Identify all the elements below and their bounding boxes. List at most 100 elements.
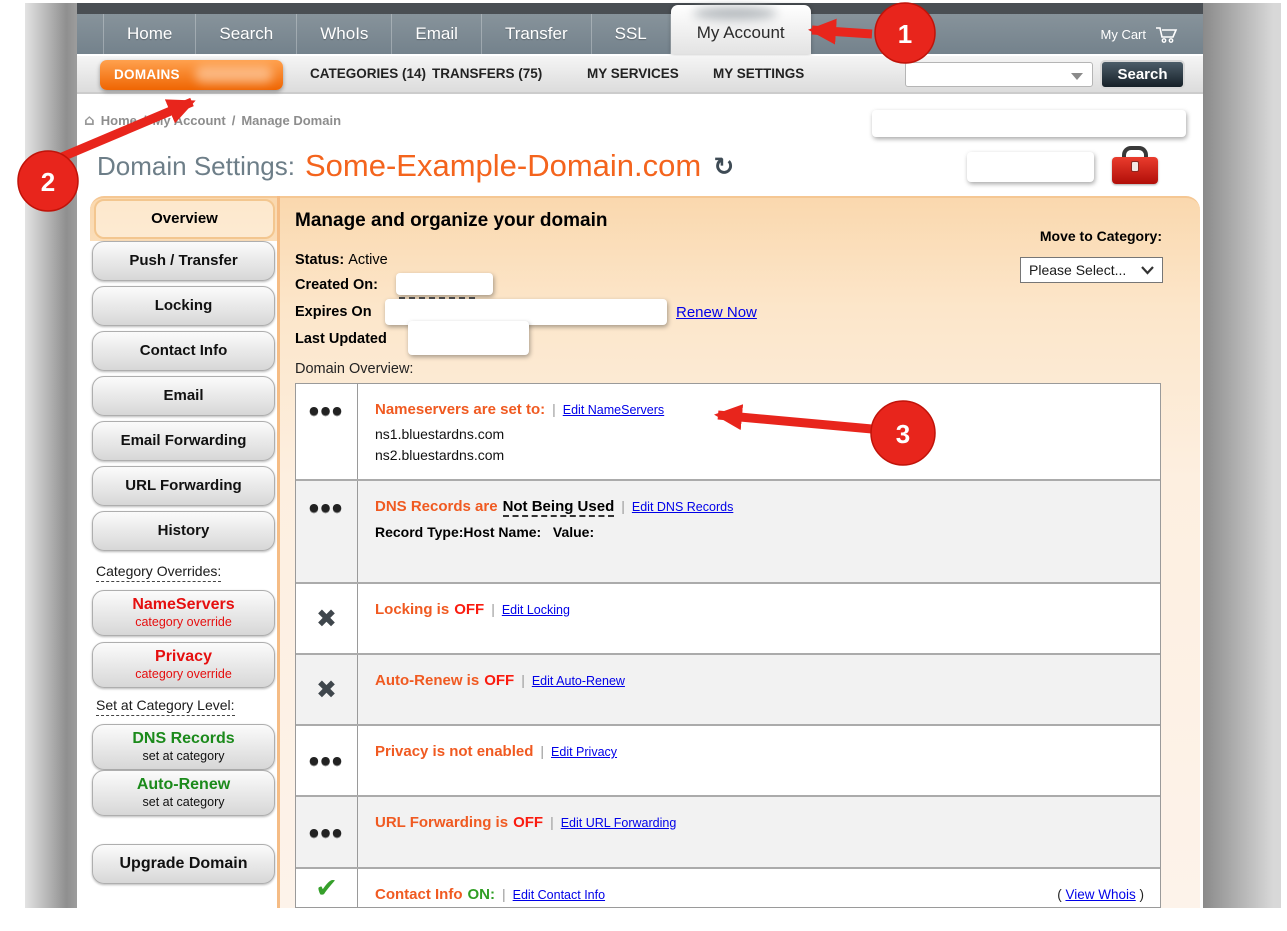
dots-icon: ●●●	[309, 754, 344, 767]
created-on-label: Created On:	[295, 277, 378, 293]
combo-dropdown-icon[interactable]	[1071, 73, 1083, 80]
sidebar-tab-overview[interactable]: Overview	[94, 199, 275, 239]
window-margin-right	[1203, 3, 1281, 908]
sidebar-tab-email[interactable]: Email	[92, 376, 275, 416]
redacted-box	[967, 152, 1094, 182]
sidebar-tab-history[interactable]: History	[92, 511, 275, 551]
move-to-category-value: Please Select...	[1029, 262, 1126, 278]
sidebar-tab-locking[interactable]: Locking	[92, 286, 275, 326]
subnav-tab-categories[interactable]: CATEGORIES (14)	[310, 56, 426, 92]
toolbox-icon[interactable]	[1112, 146, 1158, 186]
row-title: Locking is	[375, 601, 449, 618]
row-title: URL Forwarding is	[375, 814, 508, 831]
redacted-box	[408, 321, 529, 355]
edit-locking-link[interactable]: Edit Locking	[502, 603, 570, 617]
table-row-nameservers: ●●● Nameservers are set to: | Edit NameS…	[296, 384, 1160, 481]
created-on-line: Created On:	[295, 277, 378, 293]
sidebar-tab-contact-info[interactable]: Contact Info	[92, 331, 275, 371]
edit-url-forwarding-link[interactable]: Edit URL Forwarding	[561, 816, 677, 830]
nav-tab-home[interactable]: Home	[103, 14, 196, 54]
domain-overview-table: ●●● Nameservers are set to: | Edit NameS…	[295, 383, 1161, 908]
nav-tab-ssl[interactable]: SSL	[592, 14, 671, 54]
sidebar-divider	[277, 196, 280, 908]
page-top-strip	[77, 3, 1203, 14]
table-row-locking: ✖ Locking is OFF | Edit Locking	[296, 584, 1160, 655]
renew-now-link[interactable]: Renew Now	[676, 304, 757, 321]
expires-on-label: Expires On	[295, 304, 372, 320]
edit-contact-info-link[interactable]: Edit Contact Info	[513, 888, 605, 902]
sidebar-tab-push-transfer[interactable]: Push / Transfer	[92, 241, 275, 281]
subnav-tab-my-settings[interactable]: MY SETTINGS	[713, 56, 804, 92]
upgrade-domain-button[interactable]: Upgrade Domain	[92, 844, 275, 884]
nav-tab-whois[interactable]: WhoIs	[297, 14, 392, 54]
subnav-tab-transfers[interactable]: TRANSFERS (75)	[432, 56, 542, 92]
manage-domain-heading: Manage and organize your domain	[295, 210, 608, 232]
subnav-tab-domains[interactable]: DOMAINS	[100, 60, 283, 90]
redacted-blur	[693, 7, 777, 20]
page-bottom-margin	[0, 908, 1287, 931]
redacted-box	[396, 273, 493, 295]
edit-nameservers-link[interactable]: Edit NameServers	[563, 403, 664, 417]
domain-settings-page: Home Search WhoIs Email Transfer SSL My …	[0, 0, 1287, 931]
breadcrumb: ⌂ Home / My Account / Manage Domain	[84, 111, 341, 129]
breadcrumb-separator: /	[143, 113, 147, 128]
dots-icon: ●●●	[309, 501, 344, 514]
status-value: Active	[348, 252, 388, 268]
edit-privacy-link[interactable]: Edit Privacy	[551, 745, 617, 759]
row-title: DNS Records are	[375, 498, 498, 515]
refresh-icon[interactable]: ↻	[713, 152, 734, 181]
my-cart-button[interactable]: My Cart	[1101, 14, 1180, 54]
table-row-url-forwarding: ●●● URL Forwarding is OFF | Edit URL For…	[296, 797, 1160, 869]
row-status: OFF	[484, 672, 514, 689]
sidebar-button-dns-records-category[interactable]: DNS Records set at category	[92, 724, 275, 770]
move-to-category-select[interactable]: Please Select...	[1020, 257, 1163, 283]
category-overrides-label: Category Overrides:	[96, 563, 221, 582]
redacted-blur	[195, 66, 273, 83]
breadcrumb-home[interactable]: Home	[101, 113, 137, 128]
nav-tab-transfer[interactable]: Transfer	[482, 14, 592, 54]
row-title: Contact Info	[375, 886, 463, 903]
sidebar-tab-email-forwarding[interactable]: Email Forwarding	[92, 421, 275, 461]
nav-tab-my-account[interactable]: My Account	[671, 5, 811, 54]
status-line: Status: Active	[295, 252, 388, 268]
row-status: ON:	[468, 886, 496, 903]
row-status: Not Being Used	[503, 498, 615, 517]
breadcrumb-my-account[interactable]: My Account	[153, 113, 226, 128]
breadcrumb-manage-domain: Manage Domain	[241, 113, 341, 128]
nameserver-2: ns2.bluestardns.com	[375, 445, 1144, 466]
subnav-tab-domains-label: DOMAINS	[114, 67, 180, 82]
nav-tab-email[interactable]: Email	[392, 14, 482, 54]
record-type-line: Record Type:Host Name: Value:	[375, 524, 1144, 540]
row-title: Privacy is not enabled	[375, 743, 533, 760]
sidebar-button-privacy-override[interactable]: Privacy category override	[92, 642, 275, 688]
edit-dns-records-link[interactable]: Edit DNS Records	[632, 500, 733, 514]
check-icon: ✔	[315, 873, 338, 904]
home-icon: ⌂	[84, 111, 95, 129]
dots-icon: ●●●	[309, 404, 344, 417]
domain-search-input[interactable]	[905, 62, 1093, 87]
view-whois-link[interactable]: View Whois	[1065, 887, 1135, 902]
my-cart-label: My Cart	[1101, 27, 1147, 42]
breadcrumb-separator: /	[232, 113, 236, 128]
sidebar-button-nameservers-override[interactable]: NameServers category override	[92, 590, 275, 636]
domain-overview-label: Domain Overview:	[295, 361, 413, 377]
x-icon: ✖	[316, 604, 337, 633]
subnav-tab-my-services[interactable]: MY SERVICES	[587, 56, 679, 92]
dots-icon: ●●●	[309, 826, 344, 839]
edit-auto-renew-link[interactable]: Edit Auto-Renew	[532, 674, 625, 688]
last-updated-line: Last Updated	[295, 331, 387, 347]
expires-on-line: Expires On	[295, 304, 372, 320]
nav-tab-search[interactable]: Search	[196, 14, 297, 54]
move-to-category-label: Move to Category:	[1000, 228, 1162, 244]
row-title: Nameservers are set to:	[375, 401, 545, 418]
set-at-category-label: Set at Category Level:	[96, 697, 235, 716]
table-row-auto-renew: ✖ Auto-Renew is OFF | Edit Auto-Renew	[296, 655, 1160, 726]
search-button[interactable]: Search	[1100, 60, 1185, 89]
cart-icon	[1155, 26, 1179, 43]
row-status: OFF	[513, 814, 543, 831]
sidebar-tab-url-forwarding[interactable]: URL Forwarding	[92, 466, 275, 506]
page-title-prefix: Domain Settings:	[97, 151, 295, 182]
view-whois-wrap: ( View Whois )	[1057, 887, 1144, 902]
sidebar-button-auto-renew-category[interactable]: Auto-Renew set at category	[92, 770, 275, 816]
page-title: Domain Settings: Some-Example-Domain.com…	[97, 148, 734, 184]
